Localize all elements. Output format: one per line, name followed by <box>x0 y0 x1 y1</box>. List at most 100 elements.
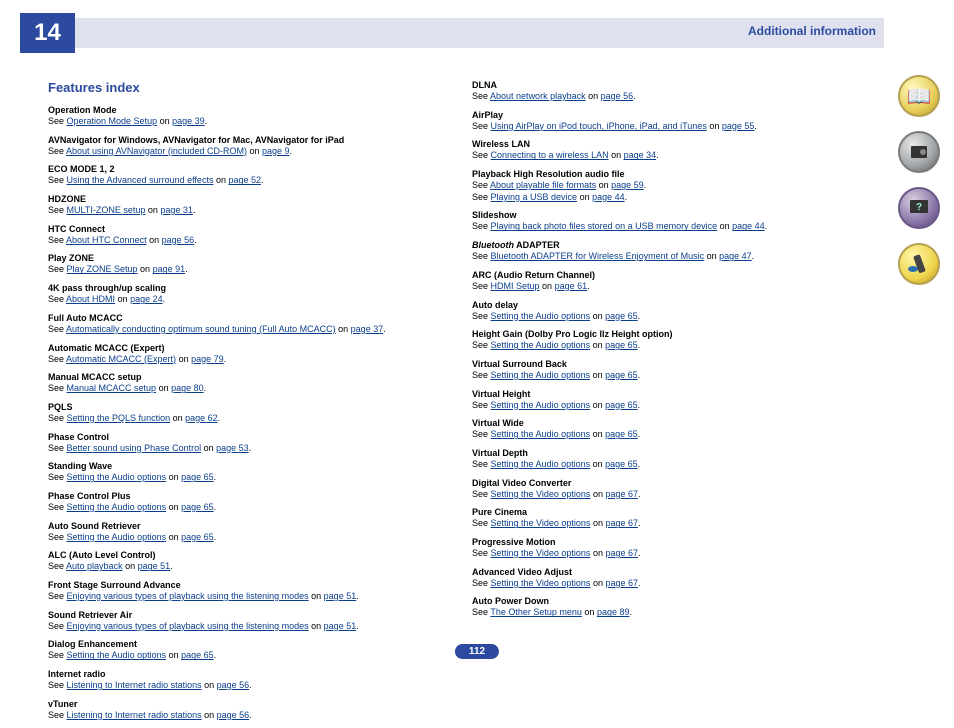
page-link[interactable]: page 80 <box>171 383 204 393</box>
topic-link[interactable]: Playing back photo files stored on a USB… <box>491 221 718 231</box>
see-prefix: See <box>48 680 67 690</box>
page-link[interactable]: page 65 <box>605 429 638 439</box>
topic-link[interactable]: Listening to Internet radio stations <box>67 710 202 720</box>
page-link[interactable]: page 31 <box>160 205 193 215</box>
index-entry-title: PQLS <box>48 402 452 412</box>
page-link[interactable]: page 67 <box>605 578 638 588</box>
page-link[interactable]: page 24 <box>130 294 163 304</box>
topic-link[interactable]: MULTI-ZONE setup <box>67 205 146 215</box>
see-prefix: See <box>472 150 491 160</box>
page-link[interactable]: page 47 <box>719 251 752 261</box>
page-link[interactable]: page 65 <box>605 459 638 469</box>
index-entry-title: Auto Power Down <box>472 596 876 606</box>
page-link[interactable]: page 53 <box>216 443 249 453</box>
topic-link[interactable]: Auto playback <box>66 561 123 571</box>
index-entry: HDZONESee MULTI-ZONE setup on page 31. <box>48 194 452 217</box>
page-link[interactable]: page 39 <box>172 116 205 126</box>
page-link[interactable]: page 65 <box>605 340 638 350</box>
page-link[interactable]: page 51 <box>324 621 357 631</box>
remote-icon[interactable] <box>898 243 940 285</box>
topic-link[interactable]: Setting the Video options <box>491 489 591 499</box>
topic-link[interactable]: Setting the Audio options <box>67 532 167 542</box>
topic-link[interactable]: Setting the Audio options <box>67 472 167 482</box>
page-link[interactable]: page 89 <box>597 607 630 617</box>
page-link[interactable]: page 56 <box>601 91 634 101</box>
page-link[interactable]: page 37 <box>351 324 384 334</box>
topic-link[interactable]: Enjoying various types of playback using… <box>67 591 309 601</box>
topic-link[interactable]: Connecting to a wireless LAN <box>491 150 609 160</box>
topic-link[interactable]: Enjoying various types of playback using… <box>67 621 309 631</box>
page-link[interactable]: page 34 <box>624 150 657 160</box>
topic-link[interactable]: Setting the Audio options <box>491 459 591 469</box>
page-link[interactable]: page 67 <box>605 518 638 528</box>
page-link[interactable]: page 67 <box>605 489 638 499</box>
topic-link[interactable]: Manual MCACC setup <box>67 383 157 393</box>
page-link[interactable]: page 65 <box>605 370 638 380</box>
index-entry: Full Auto MCACCSee Automatically conduct… <box>48 313 452 336</box>
page-link[interactable]: page 91 <box>153 264 186 274</box>
topic-link[interactable]: About HDMI <box>66 294 115 304</box>
topic-link[interactable]: Setting the Audio options <box>491 311 591 321</box>
on-text: on <box>590 340 605 350</box>
topic-link[interactable]: Setting the Audio options <box>491 340 591 350</box>
topic-link[interactable]: The Other Setup menu <box>490 607 582 617</box>
topic-link[interactable]: Automatically conducting optimum sound t… <box>66 324 336 334</box>
page-link[interactable]: page 59 <box>611 180 644 190</box>
page-link[interactable]: page 56 <box>162 235 195 245</box>
topic-link[interactable]: Setting the Audio options <box>491 429 591 439</box>
topic-link[interactable]: About network playback <box>490 91 586 101</box>
page-link[interactable]: page 65 <box>605 400 638 410</box>
page-link[interactable]: page 44 <box>732 221 765 231</box>
page-link[interactable]: page 65 <box>605 311 638 321</box>
topic-link[interactable]: Automatic MCACC (Expert) <box>66 354 176 364</box>
topic-link[interactable]: Using AirPlay on iPod touch, iPhone, iPa… <box>491 121 707 131</box>
index-entry: Playback High Resolution audio fileSee A… <box>472 169 876 203</box>
topic-link[interactable]: Setting the Audio options <box>67 502 167 512</box>
page-link[interactable]: page 51 <box>138 561 171 571</box>
topic-link[interactable]: HDMI Setup <box>491 281 540 291</box>
topic-link[interactable]: Setting the Video options <box>491 518 591 528</box>
topic-link[interactable]: Setting the Audio options <box>491 370 591 380</box>
on-text: on <box>176 354 191 364</box>
topic-link[interactable]: Operation Mode Setup <box>67 116 158 126</box>
topic-link[interactable]: About using AVNavigator (included CD-ROM… <box>66 146 247 156</box>
page-link[interactable]: page 62 <box>185 413 218 423</box>
page-link[interactable]: page 51 <box>324 591 357 601</box>
topic-link[interactable]: About playable file formats <box>490 180 596 190</box>
topic-link[interactable]: Playing a USB device <box>491 192 578 202</box>
book-icon[interactable]: 📖 <box>898 75 940 117</box>
topic-link[interactable]: Play ZONE Setup <box>67 264 138 274</box>
page-link[interactable]: page 9 <box>262 146 290 156</box>
index-entry-line: See About network playback on page 56. <box>472 91 876 103</box>
topic-link[interactable]: Setting the Audio options <box>491 400 591 410</box>
index-entry: Advanced Video AdjustSee Setting the Vid… <box>472 567 876 590</box>
topic-link[interactable]: Better sound using Phase Control <box>67 443 202 453</box>
page-link[interactable]: page 44 <box>592 192 625 202</box>
topic-link[interactable]: About HTC Connect <box>66 235 147 245</box>
topic-link[interactable]: Using the Advanced surround effects <box>67 175 214 185</box>
topic-link[interactable]: Setting the PQLS function <box>67 413 171 423</box>
page-link[interactable]: page 56 <box>217 680 250 690</box>
help-icon[interactable]: ? <box>898 187 940 229</box>
index-entry-title: Full Auto MCACC <box>48 313 452 323</box>
receiver-icon[interactable] <box>898 131 940 173</box>
on-text: on <box>166 532 181 542</box>
page-link[interactable]: page 65 <box>181 502 214 512</box>
page-link[interactable]: page 67 <box>605 548 638 558</box>
index-entry-line: See Automatic MCACC (Expert) on page 79. <box>48 354 452 366</box>
topic-link[interactable]: Setting the Video options <box>491 578 591 588</box>
page-link[interactable]: page 65 <box>181 532 214 542</box>
page-link[interactable]: page 56 <box>217 710 250 720</box>
page-link[interactable]: page 65 <box>181 472 214 482</box>
page-link[interactable]: page 55 <box>722 121 755 131</box>
page-link[interactable]: page 65 <box>181 650 214 660</box>
topic-link[interactable]: Listening to Internet radio stations <box>67 680 202 690</box>
index-entry-line: See Using the Advanced surround effects … <box>48 175 452 187</box>
see-prefix: See <box>472 400 491 410</box>
topic-link[interactable]: Bluetooth ADAPTER for Wireless Enjoyment… <box>491 251 705 261</box>
topic-link[interactable]: Setting the Audio options <box>67 650 167 660</box>
page-link[interactable]: page 61 <box>555 281 588 291</box>
page-link[interactable]: page 52 <box>228 175 261 185</box>
page-link[interactable]: page 79 <box>191 354 224 364</box>
topic-link[interactable]: Setting the Video options <box>491 548 591 558</box>
